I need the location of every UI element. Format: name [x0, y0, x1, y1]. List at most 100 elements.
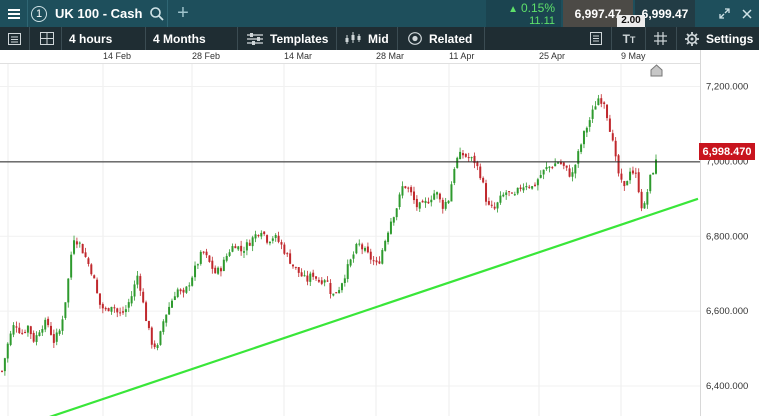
candle-body — [52, 334, 55, 343]
candle-body — [291, 264, 294, 267]
grid-button[interactable] — [652, 27, 668, 50]
candle-body — [139, 276, 142, 291]
candle-body — [93, 275, 96, 279]
candle-body — [15, 326, 18, 328]
price-type-button[interactable]: Mid — [345, 27, 389, 50]
candle-body — [70, 254, 73, 278]
candle-body — [557, 162, 560, 164]
candle-body — [159, 331, 162, 345]
templates-icon — [247, 32, 263, 45]
candle-body — [447, 200, 450, 204]
candle-body — [404, 186, 407, 189]
candlestick-chart[interactable] — [0, 64, 759, 416]
candle-body — [493, 206, 496, 209]
menu-button[interactable] — [0, 0, 27, 27]
candle-body — [606, 104, 609, 119]
candle-body — [127, 302, 130, 308]
timeframe-selector[interactable]: 4 hours — [69, 27, 112, 50]
candle-body — [631, 170, 634, 174]
candle-body — [196, 264, 199, 266]
candle-body — [35, 335, 38, 342]
candle-body — [372, 260, 375, 262]
change-points: 11.11 — [529, 14, 555, 27]
candle-body — [459, 151, 462, 160]
candle-body — [594, 106, 597, 110]
candle-body — [427, 201, 430, 204]
candle-body — [536, 179, 539, 186]
candle-body — [384, 240, 387, 251]
candle-body — [502, 194, 505, 197]
tab-number: 1 — [31, 5, 47, 22]
templates-button[interactable]: Templates — [247, 27, 328, 50]
candle-body — [29, 326, 32, 335]
date-tick: 28 Feb — [192, 51, 221, 61]
related-button[interactable]: Related — [408, 27, 472, 50]
candle-body — [574, 164, 577, 174]
candle-body — [110, 306, 113, 312]
candle-body — [38, 332, 41, 337]
close-button[interactable] — [737, 0, 757, 27]
candles-icon — [345, 32, 361, 44]
layout-button[interactable] — [38, 27, 56, 50]
candle-body — [358, 243, 361, 245]
close-icon — [742, 8, 752, 19]
candle-body — [453, 169, 456, 183]
candle-body — [280, 242, 283, 245]
grid-icon — [653, 32, 667, 45]
candle-body — [49, 325, 52, 335]
expand-button[interactable] — [714, 0, 734, 27]
plus-icon: + — [177, 2, 189, 24]
candle-body — [260, 232, 263, 237]
candle-body — [580, 144, 583, 152]
search-icon[interactable] — [150, 6, 165, 21]
list-icon — [7, 32, 21, 45]
price-type-label: Mid — [368, 31, 389, 46]
report-button[interactable] — [588, 27, 604, 50]
candle-body — [266, 235, 269, 243]
candle-body — [142, 291, 145, 303]
candle-body — [490, 204, 493, 206]
candle-body — [487, 201, 490, 205]
candle-body — [312, 272, 315, 277]
instrument-bar: 1 UK 100 - Cash + ▲ 0.15% 11.11 6,997.47 … — [0, 0, 759, 27]
sheet-toggle-button[interactable] — [5, 27, 23, 50]
text-tool-button[interactable]: TT — [619, 27, 639, 50]
candle-body — [600, 98, 603, 104]
candle-body — [3, 358, 6, 372]
candle-body — [398, 194, 401, 208]
candle-body — [243, 251, 246, 253]
candle-body — [90, 264, 93, 275]
candle-body — [603, 102, 606, 104]
candle-body — [470, 157, 473, 159]
candle-body — [591, 109, 594, 119]
candle-body — [626, 181, 629, 186]
buy-price: 6,999.47 — [641, 6, 689, 21]
candle-body — [182, 289, 185, 293]
candle-body — [505, 192, 508, 195]
candle-body — [320, 280, 323, 284]
candle-body — [24, 331, 27, 333]
candle-body — [516, 187, 519, 194]
candle-body — [467, 157, 470, 159]
add-tab-button[interactable]: + — [173, 0, 193, 27]
candle-body — [450, 184, 453, 202]
candle-body — [122, 311, 125, 313]
candle-body — [21, 332, 24, 334]
settings-button[interactable]: Settings — [685, 27, 753, 50]
candle-body — [620, 173, 623, 180]
instrument-tab[interactable]: 1 UK 100 - Cash — [31, 0, 166, 27]
candle-body — [240, 245, 243, 252]
sell-price: 6,997.47 — [574, 6, 622, 21]
candle-body — [113, 307, 116, 309]
candle-body — [237, 246, 240, 250]
candle-body — [274, 235, 277, 238]
candle-body — [228, 252, 231, 256]
scroll-to-latest-icon[interactable] — [650, 64, 663, 77]
candle-body — [188, 285, 191, 287]
candle-body — [430, 199, 433, 203]
candle-body — [323, 280, 326, 283]
range-selector[interactable]: 4 Months — [153, 27, 206, 50]
candle-body — [375, 260, 378, 263]
candle-body — [496, 202, 499, 209]
candle-body — [464, 153, 467, 157]
